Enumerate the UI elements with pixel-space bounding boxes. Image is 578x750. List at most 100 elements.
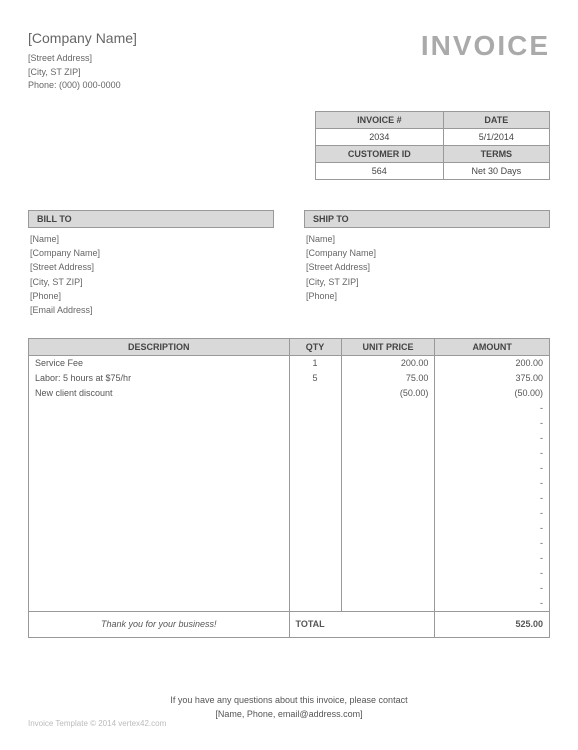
- item-amount: -: [435, 551, 550, 566]
- item-qty: 5: [289, 371, 341, 386]
- item-qty: [289, 536, 341, 551]
- item-amount: -: [435, 431, 550, 446]
- meta-date: 5/1/2014: [443, 128, 549, 145]
- item-row: Labor: 5 hours at $75/hr575.00375.00: [29, 371, 550, 386]
- item-row: -: [29, 506, 550, 521]
- ship-to-line: [Phone]: [304, 289, 550, 303]
- copyright: Invoice Template © 2014 vertex42.com: [28, 719, 166, 728]
- item-row: -: [29, 431, 550, 446]
- address-row: BILL TO [Name][Company Name][Street Addr…: [28, 210, 550, 318]
- meta-table: INVOICE # DATE 2034 5/1/2014 CUSTOMER ID…: [315, 111, 550, 180]
- item-row: -: [29, 581, 550, 596]
- item-amount: -: [435, 566, 550, 581]
- item-amount: -: [435, 521, 550, 536]
- item-price: [341, 461, 435, 476]
- ship-to-line: [Company Name]: [304, 246, 550, 260]
- item-row: -: [29, 596, 550, 612]
- item-amount: 200.00: [435, 355, 550, 371]
- item-price: [341, 416, 435, 431]
- item-row: -: [29, 491, 550, 506]
- item-qty: [289, 386, 341, 401]
- col-qty: QTY: [289, 338, 341, 355]
- bill-to-line: [Name]: [28, 232, 274, 246]
- item-qty: [289, 431, 341, 446]
- item-price: 200.00: [341, 355, 435, 371]
- item-description: [29, 461, 290, 476]
- item-description: [29, 476, 290, 491]
- item-description: [29, 551, 290, 566]
- ship-to-block: SHIP TO [Name][Company Name][Street Addr…: [304, 210, 550, 318]
- ship-to-line: [Name]: [304, 232, 550, 246]
- item-amount: -: [435, 596, 550, 612]
- item-row: -: [29, 461, 550, 476]
- company-block: [Company Name] [Street Address] [City, S…: [28, 30, 421, 93]
- item-qty: [289, 461, 341, 476]
- ship-to-line: [City, ST ZIP]: [304, 275, 550, 289]
- company-name: [Company Name]: [28, 30, 421, 46]
- item-price: [341, 521, 435, 536]
- col-unit-price: UNIT PRICE: [341, 338, 435, 355]
- item-price: [341, 596, 435, 612]
- item-price: [341, 551, 435, 566]
- item-description: [29, 431, 290, 446]
- meta-invoice-num: 2034: [316, 128, 444, 145]
- item-row: -: [29, 521, 550, 536]
- bill-to-line: [Street Address]: [28, 260, 274, 274]
- item-price: [341, 566, 435, 581]
- item-price: [341, 446, 435, 461]
- item-description: [29, 506, 290, 521]
- bill-to-block: BILL TO [Name][Company Name][Street Addr…: [28, 210, 274, 318]
- item-amount: -: [435, 506, 550, 521]
- item-row: -: [29, 446, 550, 461]
- item-qty: [289, 446, 341, 461]
- bill-to-header: BILL TO: [28, 210, 274, 228]
- item-amount: -: [435, 416, 550, 431]
- item-description: [29, 491, 290, 506]
- item-description: [29, 581, 290, 596]
- meta-customer-id-label: CUSTOMER ID: [316, 145, 444, 162]
- item-price: [341, 431, 435, 446]
- total-row: Thank you for your business! TOTAL 525.0…: [29, 611, 550, 637]
- item-amount: -: [435, 581, 550, 596]
- item-price: (50.00): [341, 386, 435, 401]
- item-qty: [289, 476, 341, 491]
- item-description: [29, 416, 290, 431]
- item-description: [29, 446, 290, 461]
- item-amount: 375.00: [435, 371, 550, 386]
- col-description: DESCRIPTION: [29, 338, 290, 355]
- item-description: [29, 536, 290, 551]
- item-row: -: [29, 536, 550, 551]
- total-value: 525.00: [435, 611, 550, 637]
- item-price: 75.00: [341, 371, 435, 386]
- meta-invoice-num-label: INVOICE #: [316, 111, 444, 128]
- item-amount: -: [435, 401, 550, 416]
- company-phone: Phone: (000) 000-0000: [28, 79, 421, 93]
- item-amount: -: [435, 491, 550, 506]
- item-qty: [289, 596, 341, 612]
- item-qty: [289, 551, 341, 566]
- item-row: -: [29, 401, 550, 416]
- item-price: [341, 491, 435, 506]
- item-price: [341, 506, 435, 521]
- footer-message: If you have any questions about this inv…: [28, 693, 550, 722]
- thank-you-message: Thank you for your business!: [29, 611, 290, 637]
- bill-to-line: [City, ST ZIP]: [28, 275, 274, 289]
- bill-to-line: [Email Address]: [28, 303, 274, 317]
- item-price: [341, 536, 435, 551]
- invoice-title: INVOICE: [421, 30, 550, 62]
- item-description: Labor: 5 hours at $75/hr: [29, 371, 290, 386]
- item-price: [341, 401, 435, 416]
- item-amount: -: [435, 446, 550, 461]
- item-amount: (50.00): [435, 386, 550, 401]
- bill-to-line: [Company Name]: [28, 246, 274, 260]
- item-description: [29, 566, 290, 581]
- item-description: New client discount: [29, 386, 290, 401]
- ship-to-line: [Street Address]: [304, 260, 550, 274]
- total-label: TOTAL: [289, 611, 435, 637]
- company-city: [City, ST ZIP]: [28, 66, 421, 80]
- item-price: [341, 476, 435, 491]
- item-row: -: [29, 551, 550, 566]
- item-description: Service Fee: [29, 355, 290, 371]
- footer-line-1: If you have any questions about this inv…: [28, 693, 550, 707]
- item-amount: -: [435, 476, 550, 491]
